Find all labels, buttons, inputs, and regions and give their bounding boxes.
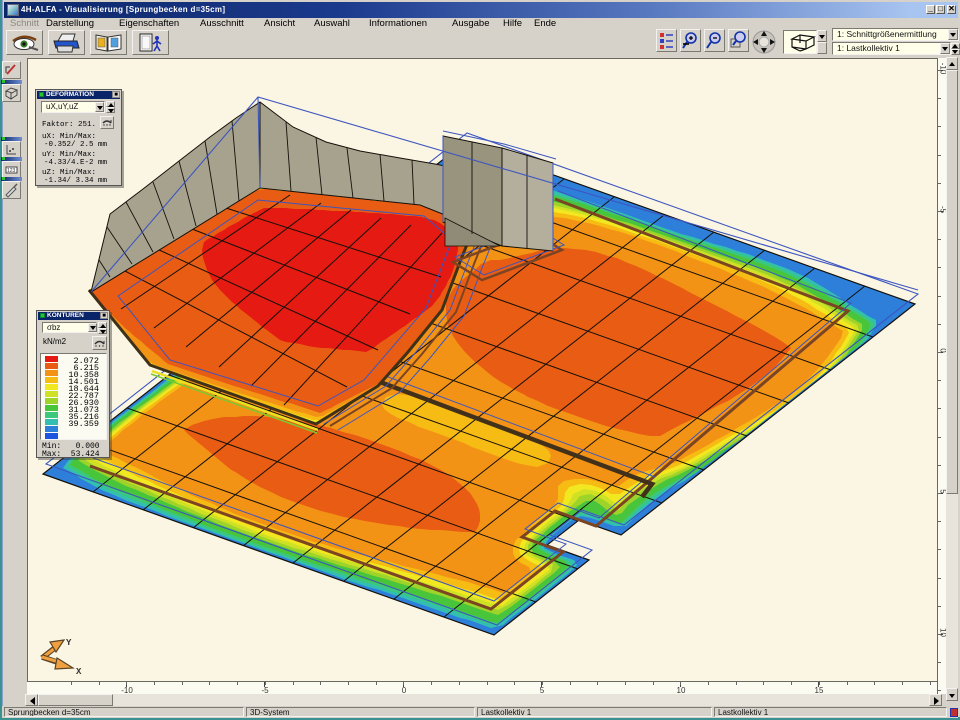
svg-text:Y: Y (66, 638, 72, 648)
svg-text:123: 123 (7, 168, 16, 174)
svg-text:X: X (76, 667, 82, 677)
